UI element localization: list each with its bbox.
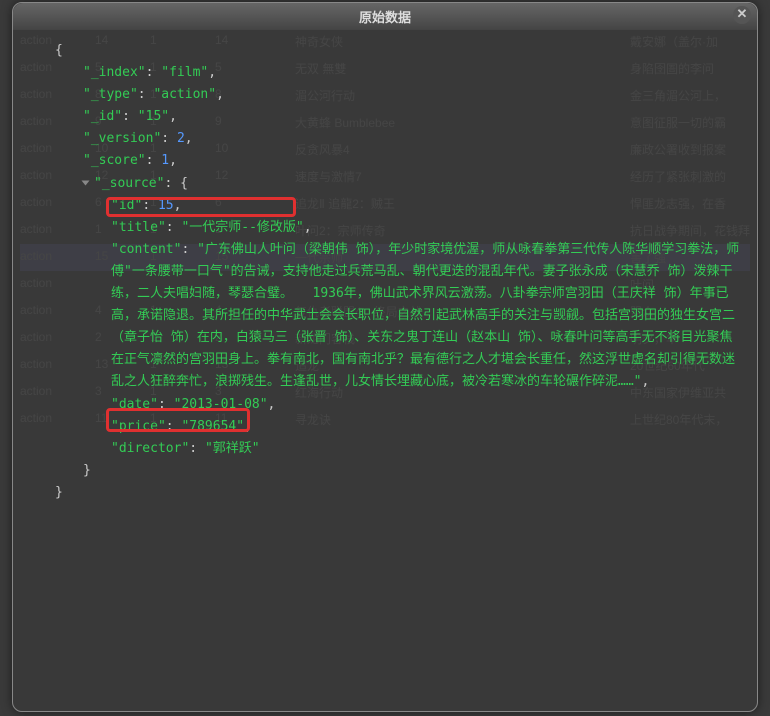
- close-icon[interactable]: ✕: [733, 6, 751, 24]
- raw-data-dialog: 原始数据 ✕ { "_index": "film", "_type": "act…: [12, 2, 758, 712]
- dialog-title: 原始数据: [359, 10, 411, 25]
- expand-icon[interactable]: [82, 181, 90, 186]
- highlight-box: [106, 197, 296, 217]
- dialog-titlebar[interactable]: 原始数据 ✕: [13, 3, 757, 30]
- json-viewer: { "_index": "film", "_type": "action", "…: [13, 30, 757, 514]
- highlight-box: [106, 408, 250, 432]
